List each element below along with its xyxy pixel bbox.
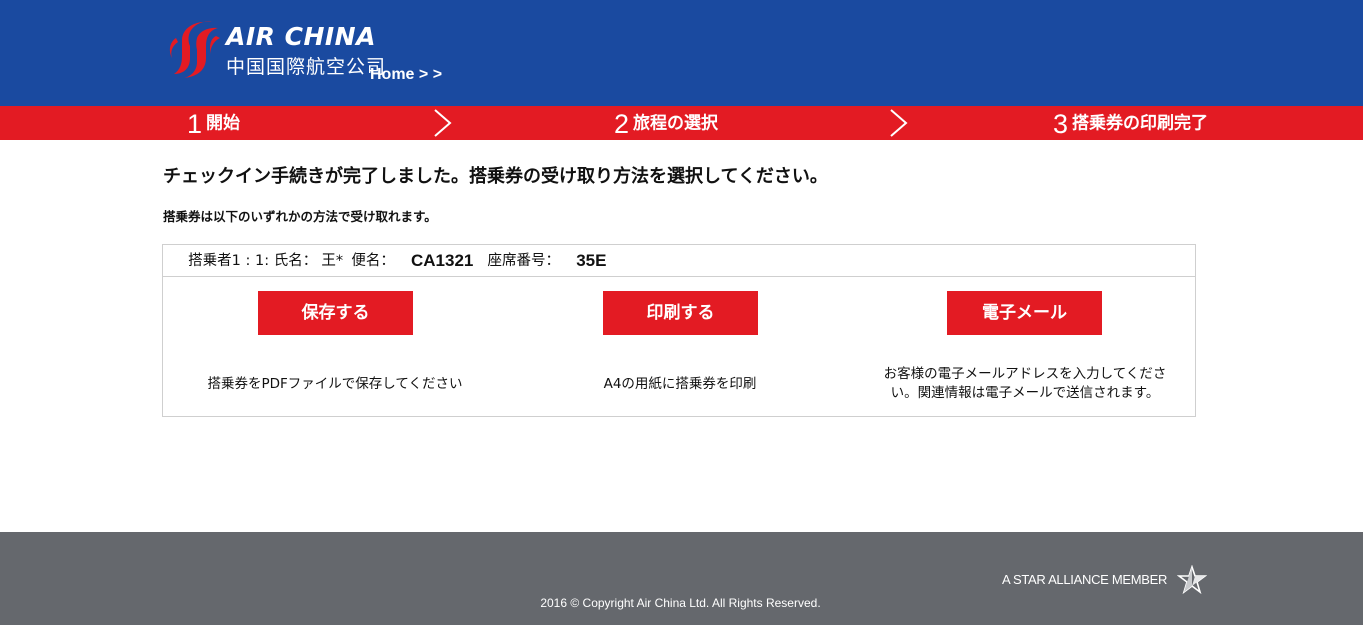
- passenger-prefix: 搭乗者1 : 1: 氏名：: [188, 253, 318, 270]
- seat-label: 座席番号：: [487, 253, 561, 270]
- air-china-logo[interactable]: AIR CHINA 中国国際航空公司: [166, 18, 385, 80]
- passenger-name: 王*: [321, 253, 344, 270]
- step-1: 1 開始: [187, 106, 240, 140]
- logo-name-cn: 中国国際航空公司: [226, 56, 387, 78]
- email-button[interactable]: 電子メール: [947, 291, 1102, 335]
- progress-steps: 1 開始 2 旅程の選択 3 搭乗券の印刷完了: [0, 106, 1363, 140]
- flight-label: 便名：: [351, 253, 395, 270]
- step-chevron-icon: [890, 109, 908, 137]
- logo-name-en: AIR CHINA: [226, 22, 376, 51]
- star-alliance-icon[interactable]: [1177, 565, 1207, 595]
- air-china-phoenix-icon: [169, 21, 220, 78]
- step-1-number: 1: [187, 108, 203, 139]
- seat-number: 35E: [576, 251, 607, 271]
- step-3-label: 搭乗券の印刷完了: [1072, 113, 1209, 134]
- email-description: お客様の電子メールアドレスを入力してください。関連情報は電子メールで送信されます…: [883, 366, 1167, 401]
- print-description: A4の用紙に搭乗券を印刷: [603, 376, 757, 392]
- step-chevron-icon: [434, 109, 452, 137]
- step-3-number: 3: [1053, 108, 1069, 139]
- step-3: 3 搭乗券の印刷完了: [1053, 106, 1208, 140]
- passenger-info-row: 搭乗者1 : 1: 氏名： 王* 便名： CA1321 座席番号： 35E: [163, 245, 1195, 277]
- breadcrumb[interactable]: Home > >: [370, 66, 442, 84]
- page-subtitle: 搭乗券は以下のいずれかの方法で受け取れます。: [163, 209, 437, 224]
- step-1-label: 開始: [206, 113, 241, 134]
- print-button[interactable]: 印刷する: [603, 291, 758, 335]
- step-2-label: 旅程の選択: [633, 113, 719, 134]
- star-alliance-text[interactable]: A STAR ALLIANCE MEMBER: [1002, 572, 1167, 587]
- step-2-number: 2: [614, 108, 630, 139]
- site-footer: A STAR ALLIANCE MEMBER 2016 © Copyright …: [0, 532, 1363, 625]
- page-title: チェックイン手続きが完了しました。搭乗券の受け取り方法を選択してください。: [163, 166, 828, 187]
- save-description: 搭乗券をPDFファイルで保存してください: [207, 376, 463, 392]
- step-2: 2 旅程の選択: [614, 106, 718, 140]
- save-button[interactable]: 保存する: [258, 291, 413, 335]
- flight-number: CA1321: [411, 251, 474, 271]
- site-header: AIR CHINA 中国国際航空公司 Home > >: [0, 0, 1363, 106]
- boarding-pass-panel: 搭乗者1 : 1: 氏名： 王* 便名： CA1321 座席番号： 35E 保存…: [162, 244, 1196, 417]
- copyright-text: 2016 © Copyright Air China Ltd. All Righ…: [540, 596, 821, 610]
